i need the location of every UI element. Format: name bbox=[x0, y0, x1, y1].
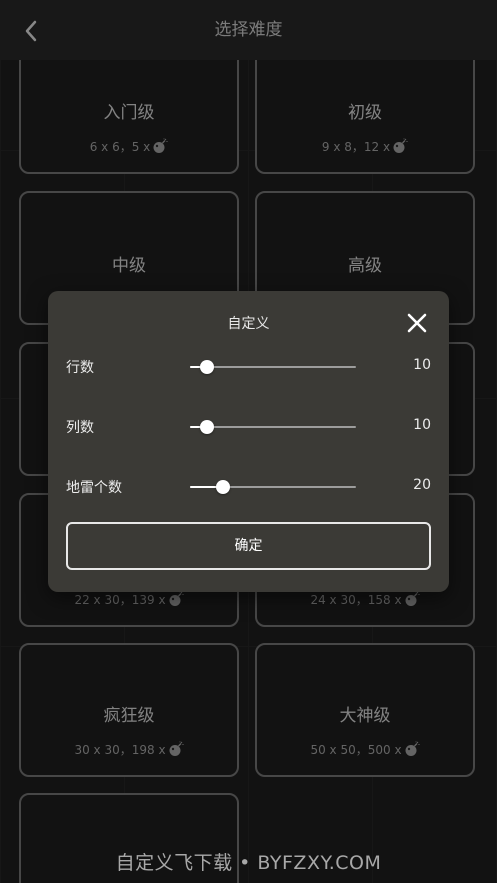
rows-slider[interactable] bbox=[190, 355, 356, 379]
mines-label: 地雷个数 bbox=[66, 480, 122, 496]
close-button[interactable] bbox=[405, 311, 429, 335]
confirm-button[interactable]: 确定 bbox=[66, 522, 431, 570]
difficulty-screen: 入门级 6 x 6，5 x 初级 9 x 8，12 x 中级 高级 22 x 3… bbox=[0, 0, 497, 883]
watermark-text: 自定义飞下载 • BYFZXY.COM bbox=[115, 852, 382, 874]
slider-thumb[interactable] bbox=[200, 360, 214, 374]
mines-value: 20 bbox=[413, 477, 431, 493]
close-icon bbox=[407, 313, 427, 333]
slider-thumb[interactable] bbox=[216, 480, 230, 494]
slider-thumb[interactable] bbox=[200, 420, 214, 434]
slider-track bbox=[190, 366, 356, 368]
mines-slider[interactable] bbox=[190, 475, 356, 499]
mines-setting: 地雷个数 20 bbox=[48, 475, 449, 499]
rows-label: 行数 bbox=[66, 360, 94, 376]
columns-setting: 列数 10 bbox=[48, 415, 449, 439]
slider-track bbox=[190, 426, 356, 428]
dialog-title: 自定义 bbox=[227, 316, 270, 332]
columns-label: 列数 bbox=[66, 420, 94, 436]
columns-value: 10 bbox=[413, 417, 431, 433]
rows-setting: 行数 10 bbox=[48, 355, 449, 379]
columns-slider[interactable] bbox=[190, 415, 356, 439]
rows-value: 10 bbox=[413, 357, 431, 373]
custom-dialog: 自定义 行数 10 列数 10 地雷个数 20 确定 bbox=[48, 291, 449, 592]
